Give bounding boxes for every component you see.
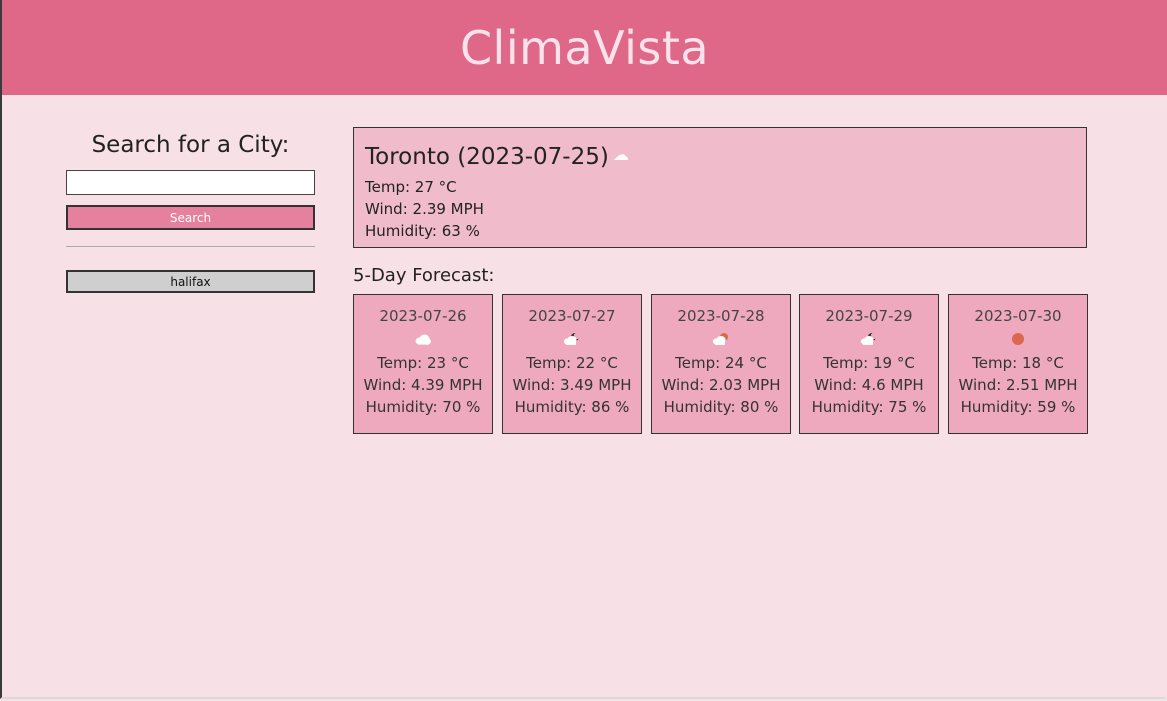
city-search-input[interactable] — [66, 170, 315, 195]
night-cloud-icon — [503, 326, 641, 352]
forecast-wind: Wind: 4.39 MPH — [363, 376, 483, 394]
forecast-temp: Temp: 24 °C — [675, 354, 767, 372]
night-cloud-icon — [800, 326, 938, 352]
app-title: ClimaVista — [459, 20, 710, 75]
history-item-halifax[interactable]: halifax — [66, 270, 315, 293]
sun-cloud-icon — [652, 326, 790, 352]
forecast-date: 2023-07-27 — [528, 307, 616, 325]
cloud-icon — [354, 326, 492, 352]
current-weather-card: Toronto (2023-07-25) ☁ Temp: 27 °C Wind: … — [353, 127, 1087, 248]
forecast-date: 2023-07-28 — [677, 307, 765, 325]
search-sidebar: Search for a City: Search halifax — [66, 128, 315, 293]
current-wind: Wind: 2.39 MPH — [365, 200, 484, 218]
forecast-temp: Temp: 22 °C — [526, 354, 618, 372]
forecast-card: 2023-07-30 Temp: 18 °C Wind: 2.51 MPH Hu… — [948, 294, 1088, 434]
forecast-wind: Wind: 2.51 MPH — [958, 376, 1078, 394]
search-button[interactable]: Search — [66, 205, 315, 230]
forecast-wind: Wind: 4.6 MPH — [814, 376, 924, 394]
forecast-card: 2023-07-29 Temp: 19 °C Wind: 4.6 MPH Hum… — [799, 294, 939, 434]
forecast-humidity: Humidity: 70 % — [365, 398, 481, 416]
forecast-humidity: Humidity: 59 % — [960, 398, 1076, 416]
forecast-card: 2023-07-26 Temp: 23 °C Wind: 4.39 MPH Hu… — [353, 294, 493, 434]
cloud-icon: ☁ — [612, 145, 629, 164]
forecast-temp: Temp: 18 °C — [972, 354, 1064, 372]
current-humidity: Humidity: 63 % — [365, 222, 480, 240]
forecast-cards: 2023-07-26 Temp: 23 °C Wind: 4.39 MPH Hu… — [353, 294, 1088, 434]
sun-icon — [949, 326, 1087, 352]
forecast-date: 2023-07-30 — [974, 307, 1062, 325]
forecast-wind: Wind: 2.03 MPH — [661, 376, 781, 394]
forecast-humidity: Humidity: 80 % — [663, 398, 779, 416]
forecast-title: 5-Day Forecast: — [353, 265, 495, 286]
forecast-temp: Temp: 19 °C — [823, 354, 915, 372]
forecast-humidity: Humidity: 86 % — [514, 398, 630, 416]
forecast-temp: Temp: 23 °C — [377, 354, 469, 372]
forecast-wind: Wind: 3.49 MPH — [512, 376, 632, 394]
forecast-date: 2023-07-26 — [379, 307, 467, 325]
forecast-humidity: Humidity: 75 % — [811, 398, 927, 416]
search-heading: Search for a City: — [91, 132, 290, 158]
current-city-title: Toronto (2023-07-25) ☁ — [365, 140, 1075, 172]
sidebar-divider — [66, 246, 315, 247]
app-header: ClimaVista — [2, 0, 1167, 95]
forecast-card: 2023-07-27 Temp: 22 °C Wind: 3.49 MPH Hu… — [502, 294, 642, 434]
current-city-date: Toronto (2023-07-25) — [365, 144, 609, 170]
forecast-card: 2023-07-28 Temp: 24 °C Wind: 2.03 MPH Hu… — [651, 294, 791, 434]
current-temp: Temp: 27 °C — [365, 178, 457, 196]
forecast-date: 2023-07-29 — [825, 307, 913, 325]
